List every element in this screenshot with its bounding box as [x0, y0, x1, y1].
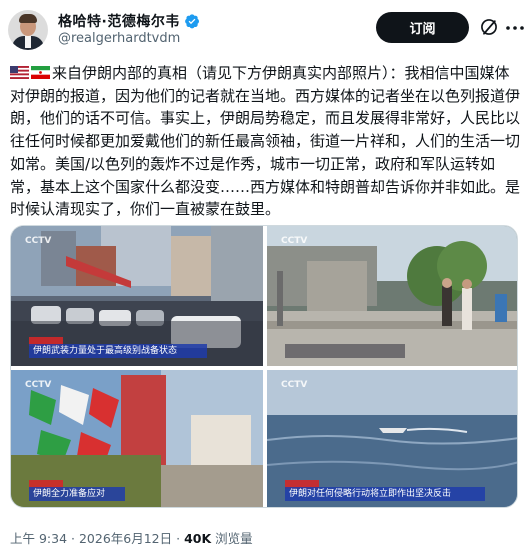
post-header: 格哈特·范德梅尔韦 @realgerhardtvdm 订阅 [0, 0, 528, 58]
author-avatar[interactable] [8, 10, 48, 50]
post-body: 来自伊朗内部的真相（请见下方伊朗真实内部照片）：我相信中国媒体对伊朗的报道，因为… [10, 62, 520, 221]
post-time[interactable]: 上午 9:34 [10, 531, 67, 546]
meta-separator: · [172, 531, 185, 546]
meta-separator: · [67, 531, 79, 546]
media-photo-3[interactable]: CCTV 伊朗全力准备应对 [11, 370, 263, 507]
more-options-icon[interactable] [506, 26, 524, 30]
media-grid: CCTV 伊朗武装力量处于最高级别战备状态 CCTV CCTV 伊朗全力准备应对… [10, 225, 518, 508]
photo-caption: 伊朗全力准备应对 [29, 487, 125, 501]
cctv-logo: CCTV [25, 236, 52, 246]
cctv-logo: CCTV [281, 236, 308, 246]
post-date[interactable]: 2026年6月12日 [79, 531, 172, 546]
author-handle[interactable]: @realgerhardtvdm [58, 31, 180, 46]
cctv-logo: CCTV [281, 380, 308, 390]
media-photo-2[interactable]: CCTV [267, 226, 517, 366]
us-flag-icon [10, 66, 29, 79]
cctv-logo: CCTV [25, 380, 52, 390]
views-count: 40K [184, 531, 212, 546]
views-label: 浏览量 [211, 531, 253, 546]
verified-badge-icon [184, 14, 199, 29]
photo-caption: 伊朗武装力量处于最高级别战备状态 [29, 344, 207, 358]
media-photo-1[interactable]: CCTV 伊朗武装力量处于最高级别战备状态 [11, 226, 263, 366]
subscribe-button[interactable]: 订阅 [376, 12, 469, 43]
grok-icon[interactable] [479, 17, 499, 37]
author-display-name[interactable]: 格哈特·范德梅尔韦 [58, 11, 180, 31]
photo-caption [285, 344, 405, 358]
post-meta: 上午 9:34 · 2026年6月12日 · 40K 浏览量 [10, 528, 253, 547]
author-name-row[interactable]: 格哈特·范德梅尔韦 [58, 11, 200, 31]
post-text: 来自伊朗内部的真相（请见下方伊朗真实内部照片）：我相信中国媒体对伊朗的报道，因为… [10, 64, 521, 219]
photo-caption: 伊朗对任何侵略行动将立即作出坚决反击 [285, 487, 485, 501]
iran-flag-icon [31, 66, 50, 79]
media-photo-4[interactable]: CCTV 伊朗对任何侵略行动将立即作出坚决反击 [267, 370, 517, 507]
